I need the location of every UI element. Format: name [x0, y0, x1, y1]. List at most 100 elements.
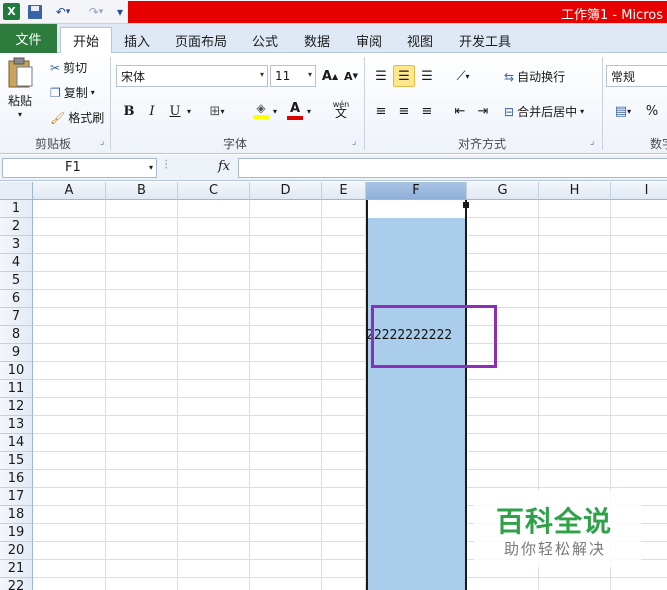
- italic-button[interactable]: I: [141, 100, 163, 122]
- borders-button[interactable]: ⊞ ▾: [206, 100, 228, 122]
- redo-icon: ↷: [88, 5, 99, 19]
- fill-color-dropdown-icon[interactable]: ▾: [270, 100, 280, 122]
- row-header-8[interactable]: 8: [0, 326, 33, 344]
- alignment-launcher-icon[interactable]: ⌟: [590, 137, 594, 147]
- tab-formulas[interactable]: 公式: [243, 27, 287, 53]
- select-all-corner[interactable]: [0, 182, 33, 200]
- tab-view[interactable]: 视图: [398, 27, 442, 53]
- undo-button[interactable]: ↶ ▾: [48, 3, 78, 21]
- row-header-10[interactable]: 10: [0, 362, 33, 380]
- column-header-f[interactable]: F: [366, 182, 467, 200]
- increase-indent-button[interactable]: ⇥: [472, 100, 494, 122]
- row-header-20[interactable]: 20: [0, 542, 33, 560]
- wrap-text-button[interactable]: ⇆ 自动换行: [504, 68, 565, 85]
- align-left-button[interactable]: ≡: [370, 100, 392, 122]
- undo-dropdown-icon[interactable]: ▾: [66, 7, 71, 17]
- font-color-dropdown-icon[interactable]: ▾: [304, 100, 314, 122]
- active-cell-f1[interactable]: [368, 200, 465, 218]
- column-header-d[interactable]: D: [250, 182, 322, 200]
- column-header-i[interactable]: I: [611, 182, 667, 200]
- paste-button[interactable]: 粘贴 ▾: [6, 57, 34, 119]
- fill-handle[interactable]: [463, 202, 469, 208]
- align-right-icon: ≡: [421, 103, 433, 119]
- tab-insert[interactable]: 插入: [114, 27, 160, 53]
- align-center-button[interactable]: ≡: [393, 100, 415, 122]
- row-header-3[interactable]: 3: [0, 236, 33, 254]
- row-header-19[interactable]: 19: [0, 524, 33, 542]
- row-header-14[interactable]: 14: [0, 434, 33, 452]
- decrease-indent-button[interactable]: ⇤: [449, 100, 471, 122]
- cut-button[interactable]: ✂ 剪切: [50, 59, 87, 76]
- underline-dropdown-icon[interactable]: ▾: [184, 100, 194, 122]
- orientation-button[interactable]: ⟋ ▾: [448, 65, 478, 87]
- row-header-6[interactable]: 6: [0, 290, 33, 308]
- name-box-dropdown-icon[interactable]: ▾: [149, 163, 153, 172]
- formula-input[interactable]: [238, 158, 667, 178]
- align-bottom-button[interactable]: ☰: [416, 65, 438, 87]
- percent-button[interactable]: %: [641, 100, 663, 122]
- insert-function-button[interactable]: fx: [218, 159, 230, 174]
- clipboard-launcher-icon[interactable]: ⌟: [100, 137, 104, 147]
- row-gridline: [33, 577, 667, 578]
- align-middle-button[interactable]: ☰: [393, 65, 415, 87]
- name-box[interactable]: F1 ▾: [2, 158, 157, 178]
- shrink-font-button[interactable]: A ▼: [340, 65, 362, 87]
- tab-review[interactable]: 审阅: [347, 27, 391, 53]
- row-header-7[interactable]: 7: [0, 308, 33, 326]
- column-header-e[interactable]: E: [322, 182, 366, 200]
- accounting-format-button[interactable]: ▤ ▾: [608, 100, 638, 122]
- save-button[interactable]: [26, 3, 44, 21]
- row-header-17[interactable]: 17: [0, 488, 33, 506]
- column-header-g[interactable]: G: [467, 182, 539, 200]
- column-header-b[interactable]: B: [106, 182, 178, 200]
- tab-file[interactable]: 文件: [0, 24, 57, 53]
- phonetic-button[interactable]: wén 文: [328, 98, 354, 120]
- row-header-15[interactable]: 15: [0, 452, 33, 470]
- font-color-button[interactable]: A: [284, 99, 306, 121]
- number-format-combobox[interactable]: 常规: [606, 65, 667, 87]
- fill-color-button[interactable]: ◈: [250, 99, 272, 121]
- underline-button[interactable]: U: [164, 100, 186, 122]
- row-header-2[interactable]: 2: [0, 218, 33, 236]
- row-header-13[interactable]: 13: [0, 416, 33, 434]
- grow-font-button[interactable]: A ▲: [319, 65, 341, 87]
- row-header-9[interactable]: 9: [0, 344, 33, 362]
- tab-page-layout[interactable]: 页面布局: [165, 27, 237, 53]
- column-header-a[interactable]: A: [33, 182, 106, 200]
- row-header-22[interactable]: 22: [0, 578, 33, 590]
- ribbon-home: 粘贴 ▾ ✂ 剪切 ❐ 复制 ▾ 🖌 格式刷 剪贴板 ⌟ 宋体 ▾ 11 ▾ A ▲ A ▼ B…: [0, 53, 667, 154]
- row-header-16[interactable]: 16: [0, 470, 33, 488]
- tab-home[interactable]: 开始: [60, 27, 112, 53]
- redo-button[interactable]: ↷ ▾: [82, 3, 110, 21]
- tab-data[interactable]: 数据: [295, 27, 339, 53]
- row-header-1[interactable]: 1: [0, 200, 33, 218]
- font-size-combobox[interactable]: 11 ▾: [270, 65, 316, 87]
- copy-dropdown-icon: ▾: [90, 88, 95, 97]
- font-name-combobox[interactable]: 宋体 ▾: [116, 65, 268, 87]
- font-size-dropdown-icon[interactable]: ▾: [308, 70, 312, 79]
- copy-button[interactable]: ❐ 复制 ▾: [50, 84, 95, 101]
- column-gridline: [105, 200, 106, 590]
- customize-quick-access-button[interactable]: ▾: [114, 3, 126, 21]
- align-top-button[interactable]: ☰: [370, 65, 392, 87]
- row-gridline: [33, 253, 667, 254]
- row-header-4[interactable]: 4: [0, 254, 33, 272]
- bold-button[interactable]: B: [118, 100, 140, 122]
- align-right-button[interactable]: ≡: [416, 100, 438, 122]
- watermark-title: 百科全说: [496, 505, 613, 538]
- redo-dropdown-icon: ▾: [98, 7, 104, 17]
- row-header-11[interactable]: 11: [0, 380, 33, 398]
- row-header-18[interactable]: 18: [0, 506, 33, 524]
- font-name-dropdown-icon[interactable]: ▾: [260, 70, 264, 79]
- font-launcher-icon[interactable]: ⌟: [352, 137, 356, 147]
- excel-logo-icon[interactable]: X: [3, 3, 20, 20]
- merge-center-button[interactable]: ⊟ 合并后居中 ▾: [504, 103, 584, 120]
- tab-developer[interactable]: 开发工具: [452, 27, 518, 53]
- column-header-h[interactable]: H: [539, 182, 611, 200]
- row-header-12[interactable]: 12: [0, 398, 33, 416]
- row-header-5[interactable]: 5: [0, 272, 33, 290]
- selected-column-f[interactable]: [366, 200, 467, 590]
- format-painter-button[interactable]: 🖌 格式刷: [50, 109, 104, 126]
- column-header-c[interactable]: C: [178, 182, 250, 200]
- row-header-21[interactable]: 21: [0, 560, 33, 578]
